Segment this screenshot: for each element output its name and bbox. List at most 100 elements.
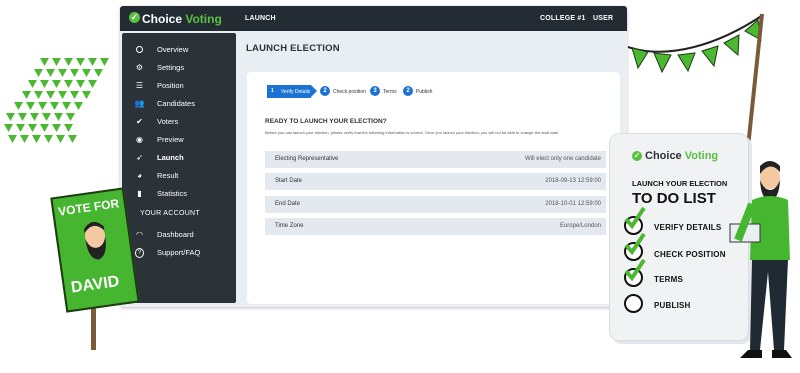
check-mark-icon bbox=[624, 206, 646, 230]
triangle-decoration bbox=[100, 58, 109, 66]
user-menu[interactable]: USER bbox=[593, 15, 613, 22]
todo-item-label: TERMS bbox=[654, 275, 683, 284]
step-label: Terms bbox=[383, 89, 397, 95]
sidebar-item-label: Settings bbox=[157, 63, 185, 72]
sidebar-item-result[interactable]: ◕ Result bbox=[122, 168, 236, 184]
sidebar-item-settings[interactable]: ⚙ Settings bbox=[122, 60, 236, 76]
triangle-decoration bbox=[56, 135, 65, 143]
triangle-decoration bbox=[34, 69, 43, 77]
launch-question: READY TO LAUNCH YOUR ELECTION? bbox=[265, 118, 387, 125]
triangle-decoration bbox=[64, 124, 73, 132]
logo-word-voting: Voting bbox=[684, 150, 719, 162]
triangle-decoration bbox=[38, 102, 47, 110]
sidebar-item-position[interactable]: ☰ Position bbox=[122, 78, 236, 94]
sidebar-item-label: Overview bbox=[157, 45, 189, 54]
app-logo[interactable]: Choice Voting bbox=[142, 12, 222, 26]
detail-row-end-date: End Date 2018-10-01 12:59:00 bbox=[265, 196, 606, 213]
sidebar-item-label: Support/FAQ bbox=[157, 248, 201, 257]
todo-item-label: CHECK POSITION bbox=[654, 250, 726, 259]
sidebar-item-dashboard[interactable]: ◠ Dashboard bbox=[122, 227, 236, 243]
triangle-decoration bbox=[54, 113, 63, 121]
triangle-decoration bbox=[70, 91, 79, 99]
step-verify-details[interactable]: 1 Verify Details bbox=[267, 85, 317, 98]
triangle-decoration bbox=[4, 124, 13, 132]
triangle-decoration bbox=[46, 91, 55, 99]
triangle-decoration bbox=[88, 80, 97, 88]
triangle-decoration bbox=[82, 91, 91, 99]
detail-key: Time Zone bbox=[275, 223, 304, 229]
triangle-decoration bbox=[28, 80, 37, 88]
logo-word-voting: Voting bbox=[185, 12, 222, 26]
top-nav-launch[interactable]: LAUNCH bbox=[245, 15, 276, 22]
gear-icon: ⚙ bbox=[135, 63, 144, 72]
circle-icon bbox=[135, 45, 144, 54]
sidebar-item-launch[interactable]: ➶ Launch bbox=[122, 150, 236, 166]
man-illustration bbox=[729, 161, 792, 358]
triangle-decoration bbox=[66, 113, 75, 121]
logo-word-choice: Choice bbox=[645, 150, 682, 162]
sidebar-item-statistics[interactable]: ▮ Statistics bbox=[122, 186, 236, 202]
sidebar-item-label: Candidates bbox=[157, 99, 195, 108]
rocket-icon: ➶ bbox=[136, 153, 143, 162]
checkbox-publish[interactable] bbox=[624, 294, 643, 313]
sidebar-item-voters[interactable]: ✔ Voters bbox=[122, 114, 236, 130]
step-number: 2 bbox=[403, 86, 413, 96]
detail-row-time-zone: Time Zone Europe/London bbox=[265, 218, 606, 235]
sidebar-item-label: Dashboard bbox=[157, 230, 194, 239]
gauge-icon: ◠ bbox=[136, 230, 143, 239]
launch-card: 1 Verify Details 2 Check position 3 Term… bbox=[247, 72, 620, 304]
triangle-decoration bbox=[28, 124, 37, 132]
triangle-decoration bbox=[18, 113, 27, 121]
sidebar-item-support[interactable]: ? Support/FAQ bbox=[122, 245, 236, 261]
list-icon: ☰ bbox=[135, 81, 144, 90]
eye-icon: ◉ bbox=[136, 135, 143, 144]
triangle-decoration bbox=[40, 58, 49, 66]
step-check-position[interactable]: 2 Check position bbox=[320, 85, 368, 99]
step-number: 2 bbox=[320, 86, 330, 96]
triangle-decoration bbox=[76, 58, 85, 66]
triangle-decoration bbox=[30, 113, 39, 121]
triangle-decoration bbox=[34, 91, 43, 99]
triangle-decoration bbox=[40, 124, 49, 132]
page-title: LAUNCH ELECTION bbox=[246, 43, 340, 54]
check-mark-icon bbox=[624, 258, 646, 282]
top-bar: ✓ Choice Voting LAUNCH COLLEGE #1 USER bbox=[120, 6, 627, 31]
step-label: Verify Details bbox=[281, 89, 311, 95]
triangle-pattern bbox=[4, 58, 109, 143]
triangle-decoration bbox=[76, 80, 85, 88]
triangle-decoration bbox=[46, 69, 55, 77]
sign-line-david: DAVID bbox=[69, 273, 121, 297]
sidebar-item-overview[interactable]: Overview bbox=[122, 42, 236, 58]
detail-value: 2018-10-01 12:59:00 bbox=[545, 201, 601, 207]
sidebar-item-candidates[interactable]: 👥 Candidates bbox=[122, 96, 236, 112]
triangle-decoration bbox=[52, 80, 61, 88]
step-terms[interactable]: 3 Terms bbox=[370, 85, 400, 99]
detail-value: Will elect only one candidate bbox=[524, 156, 601, 162]
sidebar-item-label: Launch bbox=[157, 153, 184, 162]
org-selector[interactable]: COLLEGE #1 bbox=[540, 15, 586, 22]
sidebar-item-preview[interactable]: ◉ Preview bbox=[122, 132, 236, 148]
triangle-decoration bbox=[94, 69, 103, 77]
triangle-decoration bbox=[6, 113, 15, 121]
detail-row-start-date: Start Date 2018-09-13 12:59:00 bbox=[265, 173, 606, 190]
triangle-decoration bbox=[64, 58, 73, 66]
sidebar: Overview ⚙ Settings ☰ Position 👥 Candida… bbox=[122, 33, 236, 303]
sidebar-item-label: Result bbox=[157, 171, 179, 180]
triangle-decoration bbox=[40, 80, 49, 88]
triangle-decoration bbox=[42, 113, 51, 121]
sidebar-item-label: Statistics bbox=[157, 189, 188, 198]
triangle-decoration bbox=[88, 58, 97, 66]
triangle-decoration bbox=[50, 102, 59, 110]
todo-item-label: VERIFY DETAILS bbox=[654, 223, 722, 232]
triangle-decoration bbox=[14, 102, 23, 110]
vote-sign: VOTE FOR DAVID bbox=[50, 187, 140, 313]
triangle-decoration bbox=[68, 135, 77, 143]
triangle-decoration bbox=[20, 135, 29, 143]
launch-instructions: Before you can launch your election, ple… bbox=[265, 130, 560, 135]
detail-key: Start Date bbox=[275, 178, 303, 184]
section-label-account: YOUR ACCOUNT bbox=[140, 210, 200, 217]
triangle-decoration bbox=[16, 124, 25, 132]
step-publish[interactable]: 2 Publish bbox=[403, 85, 441, 99]
step-label: Publish bbox=[416, 89, 433, 95]
logo-icon: ✓ bbox=[129, 12, 140, 23]
